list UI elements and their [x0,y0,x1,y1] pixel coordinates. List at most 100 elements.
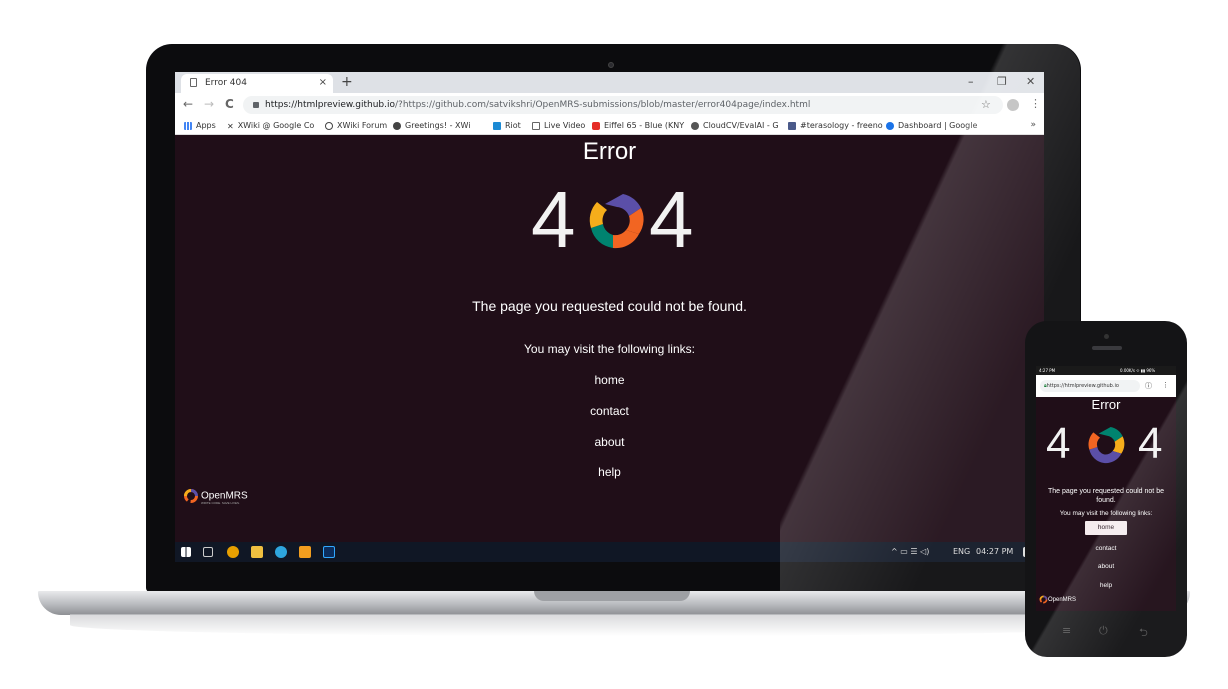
bookmark-terasology[interactable]: #terasology - freeno [788,121,883,130]
phone-about-link[interactable]: about [1036,563,1176,570]
phone-back-button[interactable]: ⮌ [1139,624,1148,643]
riot-icon [493,121,501,130]
phone-openmrs-brand[interactable]: OpenMRS [1039,595,1076,604]
apps-grid-icon [184,121,192,130]
forward-button[interactable]: → [204,97,214,111]
phone-screen: 4:27 PM 0.00K/s ⟐ ▮▮ 96% 🔒︎https://htmlp… [1036,366,1176,611]
phone-help-link[interactable]: help [1036,582,1176,589]
digit-right: 4 [649,175,694,264]
phone-error-message: The page you requested could not be foun… [1048,488,1164,504]
tab-title: Error 404 [205,78,247,88]
help-link[interactable]: help [175,465,1044,479]
photoshop-icon[interactable] [323,546,335,558]
bookmark-label: Riot [505,121,521,130]
openmrs-brand[interactable]: OpenMRS WRITE CODE. SAVE LIVES. [183,488,248,505]
phone-camera [1104,334,1109,339]
bookmark-xwiki-google[interactable]: ✕ XWiki @ Google Co [227,121,315,131]
discourse-icon [325,121,333,130]
bookmark-evalai[interactable]: CloudCV/EvalAI - G [691,121,779,130]
phone-address-bar: 🔒︎https://htmlpreview.github.io ⓘ ⋮ [1036,375,1176,397]
bookmark-xwiki-forum[interactable]: XWiki Forum [325,121,387,130]
telegram-icon[interactable] [275,546,287,558]
bookmark-eiffel[interactable]: Eiffel 65 - Blue (KNY [592,121,684,130]
phone-menu-icon[interactable]: ⋮ [1162,381,1169,389]
clock[interactable]: 04:27 PM [976,547,1013,556]
language-indicator[interactable]: ENG [953,547,970,556]
bookmark-label: XWiki @ Google Co [237,121,315,130]
minimize-button[interactable]: – [968,75,974,88]
new-tab-button[interactable]: + [341,74,353,90]
contact-link[interactable]: contact [175,404,1044,418]
more-bookmarks-icon[interactable]: » [1030,120,1036,130]
browser-tab[interactable]: Error 404 × [181,74,333,93]
task-view-icon[interactable] [203,547,213,557]
browser-menu-icon[interactable]: ⋮ [1030,97,1041,110]
phone-status-indicators: 0.00K/s ⟐ ▮▮ 96% [1120,368,1156,373]
document-icon [532,121,540,130]
file-explorer-icon[interactable] [251,546,263,558]
url-path: /?https://github.com/satvikshri/OpenMRS-… [395,100,811,110]
phone-openmrs-small-logo-icon [1039,595,1048,604]
page-info-icon[interactable]: ⓘ [1145,381,1152,391]
error-message: The page you requested could not be foun… [472,298,747,314]
system-tray-icons[interactable]: ^ ▭ ☰ ◁) [891,547,929,556]
phone-openmrs-logo-icon [1088,427,1125,464]
url-input[interactable]: https://htmlpreview.github.io/?https://g… [243,96,1003,114]
greetings-icon [393,121,401,130]
phone-404-graphic: 4 4 [1046,419,1166,469]
bookmark-label: XWiki Forum [337,121,388,130]
laptop-opening-notch [534,591,690,601]
bookmark-riot[interactable]: Riot [493,121,521,130]
phone-brand-name: OpenMRS [1048,597,1077,604]
phone-digit-left: 4 [1046,419,1071,468]
phone-error-page: Error 4 4 The page you requested could n… [1036,397,1176,611]
gear-icon [886,121,894,130]
irc-icon [788,121,796,130]
error-404-graphic: 4 4 [531,176,701,264]
close-tab-icon[interactable]: × [319,77,327,88]
back-button[interactable]: ← [183,97,193,111]
phone-error-title: Error [1091,397,1121,412]
windows-start-icon[interactable] [181,547,191,557]
phone-menu-button[interactable]: ≡ [1062,624,1071,637]
close-window-button[interactable]: ✕ [1026,75,1035,88]
about-link[interactable]: about [175,435,1044,449]
links-heading: You may visit the following links: [524,342,695,356]
profile-avatar[interactable] [1007,99,1019,111]
bookmark-greetings[interactable]: Greetings! - XWi [393,121,470,130]
phone-url-input[interactable]: 🔒︎https://htmlpreview.github.io [1040,380,1140,392]
laptop-camera [608,62,614,68]
phone-digit-right: 4 [1138,419,1163,468]
phone-home-link[interactable]: home [1085,521,1127,535]
reload-button[interactable]: C [225,97,234,111]
phone-contact-link[interactable]: contact [1036,545,1176,552]
bookmark-label: Eiffel 65 - Blue (KNY [604,121,685,130]
youtube-icon [592,121,600,130]
bookmark-dashboard[interactable]: Dashboard | Google [886,121,977,130]
bookmark-apps[interactable]: Apps [184,121,216,130]
bookmark-live-video[interactable]: Live Video [532,121,585,130]
windows-taskbar: ^ ▭ ☰ ◁) ENG 04:27 PM [175,542,1044,562]
phone-power-button[interactable]: ⏻ [1099,624,1108,638]
error-title: Error [582,138,637,165]
chrome-icon[interactable] [227,546,239,558]
phone-url: https://htmlpreview.github.io [1046,383,1119,389]
sublime-text-icon[interactable] [299,546,311,558]
bookmark-star-icon[interactable]: ☆ [981,98,991,111]
bookmark-label: Apps [196,121,216,130]
digit-left: 4 [531,175,576,264]
browser-tab-strip: Error 404 × + – ❐ ✕ [175,72,1044,93]
address-bar-row: ← → C https://htmlpreview.github.io/?htt… [175,93,1044,117]
lock-icon [253,101,259,108]
maximize-button[interactable]: ❐ [997,75,1007,88]
page-icon [190,78,197,87]
home-link[interactable]: home [175,373,1044,387]
phone-status-time: 4:27 PM [1039,368,1056,373]
xwiki-icon: ✕ [227,121,234,131]
error-page: Error 4 4 The page you requested could n… [175,136,1044,542]
bookmark-label: CloudCV/EvalAI - G [703,121,779,130]
bookmark-label: Dashboard | Google [898,121,978,130]
phone-status-bar: 4:27 PM 0.00K/s ⟐ ▮▮ 96% [1036,366,1176,375]
laptop-shadow [70,614,1160,636]
phone-speaker [1092,346,1122,350]
